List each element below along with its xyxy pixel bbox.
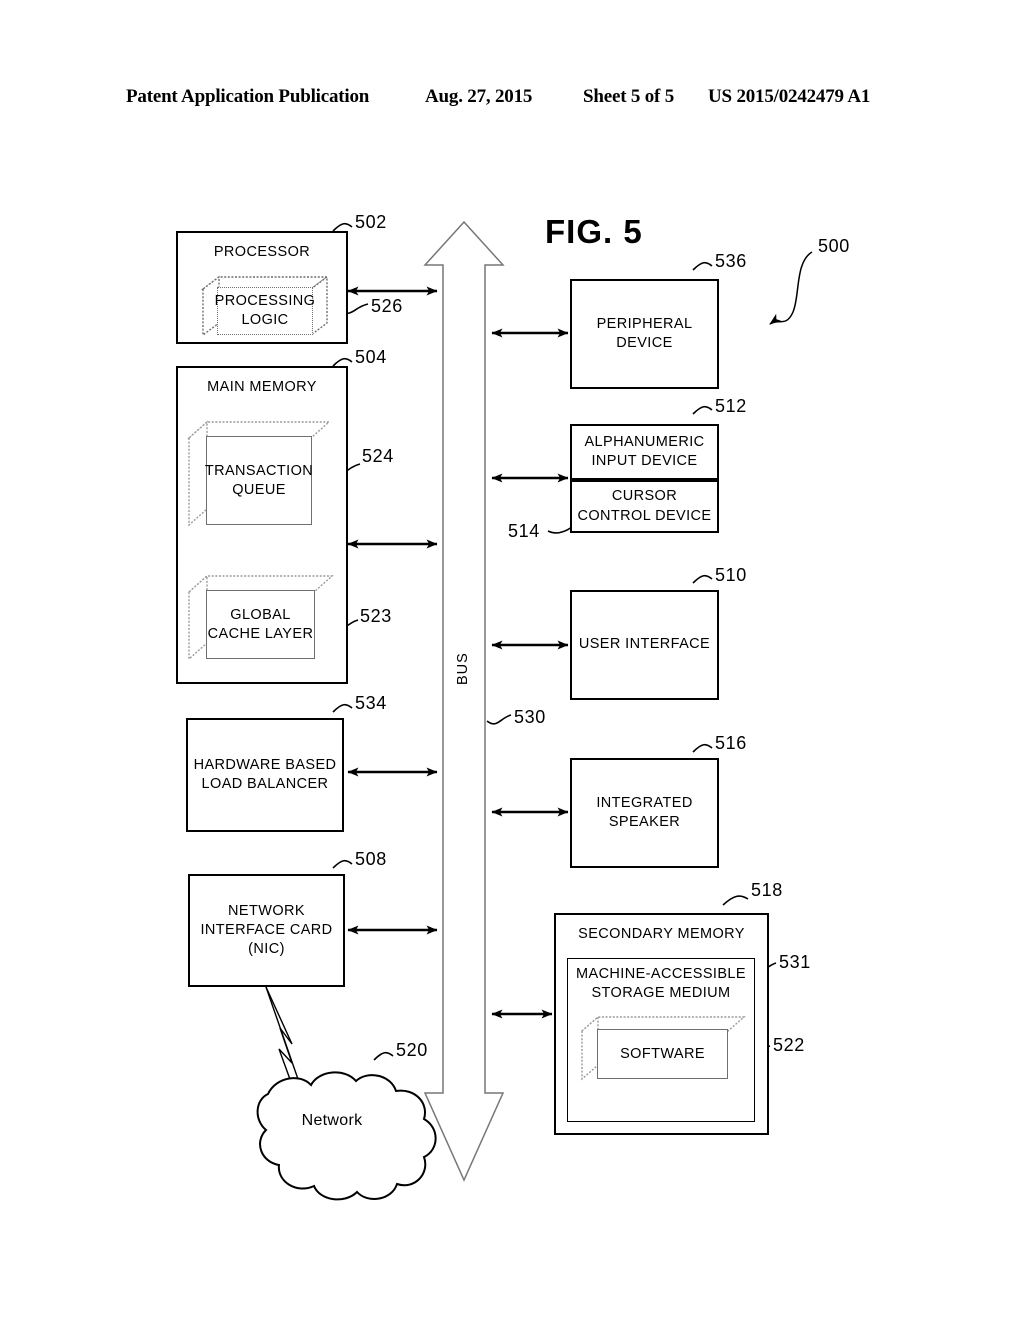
leader-518 (722, 895, 749, 906)
software-face: SOFTWARE (597, 1029, 728, 1079)
ref-516: 516 (715, 733, 747, 753)
user-interface-label: USER INTERFACE (578, 636, 711, 653)
block-transaction-queue[interactable]: TRANSACTION QUEUE (187, 420, 331, 527)
header-date: Aug. 27, 2015 (425, 86, 533, 107)
leader-530 (486, 714, 512, 725)
leader-534 (332, 703, 353, 713)
leader-514 (547, 526, 573, 534)
transaction-queue-face: TRANSACTION QUEUE (204, 436, 314, 525)
system-callout-500 (769, 251, 813, 325)
ref-522: 522 (773, 1035, 805, 1055)
ref-504: 504 (355, 347, 387, 367)
ref-514: 514 (508, 521, 540, 541)
ref-531: 531 (779, 952, 811, 972)
ref-518: 518 (751, 880, 783, 900)
block-cursor-control[interactable]: CURSOR CONTROL DEVICE (570, 480, 719, 533)
transaction-queue-label: TRANSACTION QUEUE (204, 462, 314, 498)
leader-536 (692, 261, 713, 271)
ref-530: 530 (514, 707, 546, 727)
processing-logic-label: PROCESSING LOGIC (214, 293, 316, 328)
processing-logic-face: PROCESSING LOGIC (214, 287, 316, 335)
header-publication: Patent Application Publication (126, 86, 370, 107)
block-integrated-speaker[interactable]: INTEGRATED SPEAKER (570, 758, 719, 868)
ref-534: 534 (355, 693, 387, 713)
cursor-control-label: CURSOR CONTROL DEVICE (577, 488, 712, 524)
ref-502: 502 (355, 212, 387, 232)
main-memory-label: MAIN MEMORY (207, 379, 317, 395)
patent-figure-page: Patent Application Publication Aug. 27, … (0, 0, 1024, 1320)
block-alphanumeric-input[interactable]: ALPHANUMERIC INPUT DEVICE (570, 424, 719, 480)
block-peripheral-device[interactable]: PERIPHERAL DEVICE (570, 279, 719, 389)
page-header: Patent Application Publication Aug. 27, … (0, 86, 1024, 112)
global-cache-layer-face: GLOBAL CACHE LAYER (206, 590, 315, 659)
leader-504 (332, 357, 353, 367)
network-cloud-label: Network (301, 1112, 363, 1129)
software-label: SOFTWARE (620, 1045, 705, 1062)
block-processing-logic[interactable]: PROCESSING LOGIC (200, 275, 330, 337)
ref-523: 523 (360, 606, 392, 626)
ref-536: 536 (715, 251, 747, 271)
system-bus (423, 220, 505, 1182)
storage-medium-label: MACHINE-ACCESSIBLE STORAGE MEDIUM (576, 966, 746, 1002)
ref-520: 520 (396, 1040, 428, 1060)
secondary-memory-label: SECONDARY MEMORY (578, 926, 745, 942)
figure-title: FIG. 5 (545, 213, 643, 250)
block-nic[interactable]: NETWORK INTERFACE CARD (NIC) (188, 874, 345, 987)
leader-512 (692, 405, 713, 415)
processor-label: PROCESSOR (213, 244, 311, 260)
network-cloud-shape (256, 1071, 437, 1201)
integrated-speaker-label: INTEGRATED SPEAKER (596, 794, 693, 830)
leader-502 (332, 222, 353, 232)
header-patent-number: US 2015/0242479 A1 (708, 86, 871, 107)
ref-508: 508 (355, 849, 387, 869)
lightning-bolt-icon (265, 986, 300, 1083)
ref-512: 512 (715, 396, 747, 416)
nic-label: NETWORK INTERFACE CARD (NIC) (200, 902, 333, 958)
block-software[interactable]: SOFTWARE (580, 1015, 746, 1081)
alphanumeric-input-label: ALPHANUMERIC INPUT DEVICE (584, 433, 705, 469)
leader-510 (692, 574, 713, 584)
ref-510: 510 (715, 565, 747, 585)
peripheral-device-label: PERIPHERAL DEVICE (596, 315, 693, 351)
block-user-interface[interactable]: USER INTERFACE (570, 590, 719, 700)
ref-526: 526 (371, 296, 403, 316)
diagram-overlay (256, 220, 813, 1201)
global-cache-layer-label: GLOBAL CACHE LAYER (207, 606, 314, 642)
leader-516 (692, 743, 713, 753)
leader-520 (373, 1051, 394, 1061)
bus-label: BUS (455, 652, 471, 685)
ref-524: 524 (362, 446, 394, 466)
block-global-cache-layer[interactable]: GLOBAL CACHE LAYER (187, 574, 334, 661)
ref-500: 500 (818, 236, 850, 256)
header-sheet: Sheet 5 of 5 (583, 86, 675, 107)
leader-508 (332, 859, 353, 869)
load-balancer-label: HARDWARE BASED LOAD BALANCER (193, 756, 337, 792)
block-load-balancer[interactable]: HARDWARE BASED LOAD BALANCER (186, 718, 344, 832)
